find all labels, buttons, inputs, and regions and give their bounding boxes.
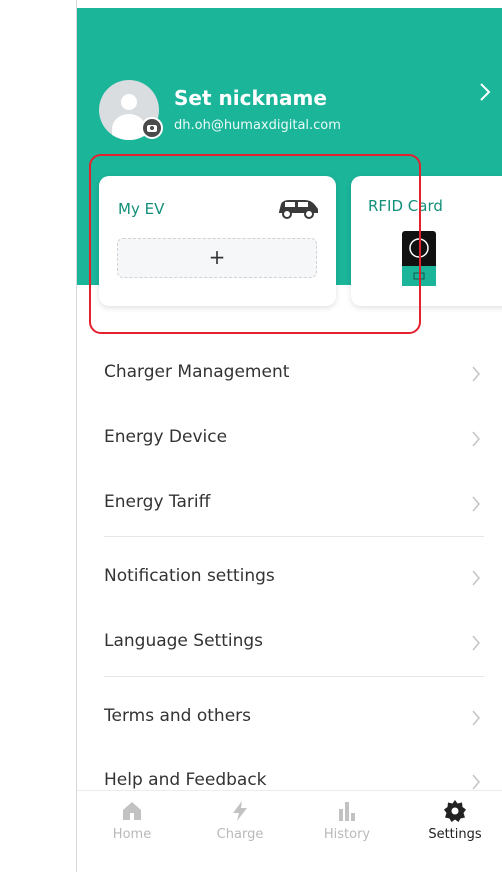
menu-item-notification-settings[interactable]: Notification settings <box>104 558 484 598</box>
settings-screen: Set nickname dh.oh@humaxdigital.com My E… <box>77 0 502 872</box>
tab-label: History <box>323 827 371 842</box>
tab-label: Settings <box>428 827 482 842</box>
nickname-label[interactable]: Set nickname <box>174 86 327 110</box>
chevron-right-icon <box>472 496 480 512</box>
menu-label: Terms and others <box>104 706 251 726</box>
menu-label: Energy Tariff <box>104 492 211 512</box>
chevron-right-icon <box>472 366 480 382</box>
lightning-icon <box>233 801 247 821</box>
menu-label: Help and Feedback <box>104 770 267 790</box>
menu-label: Language Settings <box>104 631 264 651</box>
chevron-right-icon <box>472 431 480 447</box>
gear-icon <box>444 800 466 822</box>
home-icon <box>123 802 141 820</box>
status-strip <box>77 0 502 8</box>
chevron-right-icon <box>472 635 480 651</box>
menu-divider <box>104 676 484 677</box>
avatar-head <box>121 94 137 110</box>
bottom-tab-bar: Home Charge History Settings <box>77 790 502 851</box>
tab-history[interactable]: History <box>312 799 382 849</box>
menu-item-energy-device[interactable]: Energy Device <box>104 419 484 459</box>
menu-item-energy-tariff[interactable]: Energy Tariff <box>104 484 484 524</box>
menu-label: Notification settings <box>104 566 275 586</box>
tab-label: Charge <box>216 827 264 842</box>
camera-icon[interactable] <box>141 117 163 139</box>
tab-settings[interactable]: Settings <box>420 799 490 849</box>
tab-charge[interactable]: Charge <box>205 799 275 849</box>
menu-label: Energy Device <box>104 427 228 447</box>
menu-item-charger-management[interactable]: Charger Management <box>104 354 484 394</box>
menu-label: Charger Management <box>104 362 290 382</box>
menu-item-terms-and-others[interactable]: Terms and others <box>104 698 484 738</box>
highlight-box <box>89 154 421 334</box>
tab-home[interactable]: Home <box>97 799 167 849</box>
chevron-right-icon <box>472 774 480 790</box>
tab-label: Home <box>112 827 152 842</box>
menu-item-language-settings[interactable]: Language Settings <box>104 623 484 663</box>
camera-lens <box>150 126 154 130</box>
email-label: dh.oh@humaxdigital.com <box>174 118 341 133</box>
chevron-right-icon[interactable] <box>475 80 495 104</box>
chevron-right-icon <box>472 710 480 726</box>
bar-chart-icon <box>339 802 355 821</box>
chevron-right-icon <box>472 570 480 586</box>
menu-divider <box>104 536 484 537</box>
left-gutter <box>0 0 77 872</box>
